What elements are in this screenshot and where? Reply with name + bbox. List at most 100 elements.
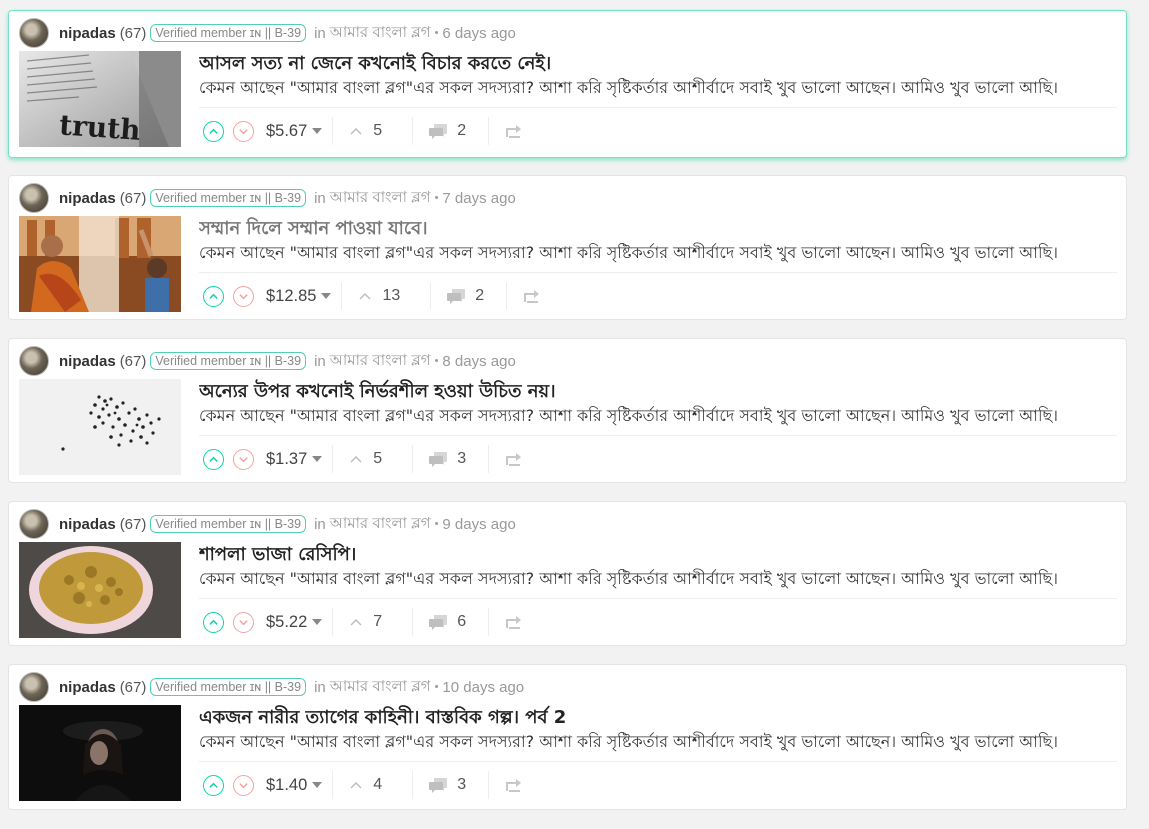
payout-dropdown-icon[interactable] <box>312 619 323 625</box>
post-time[interactable]: 6 days ago <box>442 25 515 42</box>
downvote-button[interactable] <box>233 285 254 307</box>
post-excerpt[interactable]: কেমন আছেন "আমার বাংলা ব্লগ"এর সকল সদস্যর… <box>199 566 1114 593</box>
payout-dropdown-icon[interactable] <box>312 456 323 462</box>
voters-count[interactable]: 7 <box>349 613 382 631</box>
separator <box>412 608 414 636</box>
reblog-button[interactable] <box>523 289 540 303</box>
post-time[interactable]: 7 days ago <box>442 190 515 207</box>
comments-count[interactable]: 3 <box>429 776 466 794</box>
author-avatar[interactable] <box>19 183 49 213</box>
downvote-button[interactable] <box>233 611 254 633</box>
svg-text:truth: truth <box>58 108 141 147</box>
post-excerpt[interactable]: কেমন আছেন "আমার বাংলা ব্লগ"এর সকল সদস্যর… <box>199 75 1114 102</box>
chevron-down-icon <box>239 293 248 299</box>
divider <box>199 598 1117 599</box>
chevron-down-icon <box>239 456 248 462</box>
post-time[interactable]: 10 days ago <box>442 679 524 696</box>
downvote-button[interactable] <box>233 448 254 470</box>
reblog-button[interactable] <box>505 615 522 629</box>
payout-value[interactable]: $5.22 <box>266 613 307 632</box>
post-card[interactable]: nipadas (67) Verified member ɪɴ || B-39 … <box>8 501 1127 646</box>
comments-count[interactable]: 2 <box>447 287 484 305</box>
comments-count[interactable]: 2 <box>429 122 466 140</box>
upvote-button[interactable] <box>203 611 224 633</box>
divider <box>199 107 1117 108</box>
author-name[interactable]: nipadas <box>59 516 116 533</box>
reblog-button[interactable] <box>505 124 522 138</box>
separator-dot: • <box>434 355 439 367</box>
chevron-up-icon <box>209 128 218 134</box>
divider <box>199 272 1117 273</box>
post-excerpt[interactable]: কেমন আছেন "আমার বাংলা ব্লগ"এর সকল সদস্যর… <box>199 729 1114 756</box>
post-card[interactable]: nipadas (67) Verified member ɪɴ || B-39 … <box>8 338 1127 483</box>
comments-icon <box>429 451 448 467</box>
upvote-button[interactable] <box>203 285 224 307</box>
separator <box>488 771 490 799</box>
post-excerpt[interactable]: কেমন আছেন "আমার বাংলা ব্লগ"এর সকল সদস্যর… <box>199 403 1114 430</box>
author-avatar[interactable] <box>19 18 49 48</box>
author-avatar[interactable] <box>19 346 49 376</box>
ants-cluster-image <box>19 379 181 475</box>
post-card[interactable]: nipadas (67) Verified member ɪɴ || B-39 … <box>8 664 1127 810</box>
comments-value: 3 <box>457 450 467 467</box>
payout-value[interactable]: $1.37 <box>266 450 307 469</box>
voters-count[interactable]: 5 <box>349 450 382 468</box>
author-name[interactable]: nipadas <box>59 25 116 42</box>
chevron-up-icon <box>209 782 218 788</box>
reblog-button[interactable] <box>505 778 522 792</box>
community-link[interactable]: আমার বাংলা ব্লগ <box>330 512 431 537</box>
post-thumbnail[interactable]: truth <box>19 51 181 147</box>
chevron-up-icon <box>209 293 218 299</box>
voters-count[interactable]: 5 <box>349 122 382 140</box>
post-thumbnail[interactable] <box>19 216 181 312</box>
downvote-button[interactable] <box>233 774 254 796</box>
payout-value[interactable]: $1.40 <box>266 776 307 795</box>
community-link[interactable]: আমার বাংলা ব্লগ <box>330 21 431 46</box>
voters-count[interactable]: 4 <box>349 776 382 794</box>
caret-up-icon <box>350 782 362 789</box>
caret-up-icon <box>359 293 371 300</box>
voters-count[interactable]: 13 <box>358 287 400 305</box>
upvote-button[interactable] <box>203 448 224 470</box>
caret-up-icon <box>350 128 362 135</box>
post-thumbnail[interactable] <box>19 542 181 638</box>
post-card[interactable]: nipadas (67) Verified member ɪɴ || B-39 … <box>8 175 1127 320</box>
post-footer: $12.85 13 2 <box>203 282 540 310</box>
community-link[interactable]: আমার বাংলা ব্লগ <box>330 349 431 374</box>
post-excerpt[interactable]: কেমন আছেন "আমার বাংলা ব্লগ"এর সকল সদস্যর… <box>199 240 1114 267</box>
payout-dropdown-icon[interactable] <box>312 782 323 788</box>
post-thumbnail[interactable] <box>19 705 181 801</box>
woman-in-dark-image <box>19 705 181 801</box>
caret-up-icon <box>350 456 362 463</box>
comments-count[interactable]: 6 <box>429 613 466 631</box>
payout-dropdown-icon[interactable] <box>321 293 332 299</box>
payout-value[interactable]: $12.85 <box>266 287 316 306</box>
post-time[interactable]: 9 days ago <box>442 516 515 533</box>
separator <box>488 117 490 145</box>
author-avatar[interactable] <box>19 672 49 702</box>
votes-value: 7 <box>373 613 383 630</box>
reblog-icon <box>506 616 522 629</box>
post-footer: $1.37 5 3 <box>203 445 522 473</box>
upvote-button[interactable] <box>203 120 224 142</box>
author-reputation: (67) <box>119 352 147 370</box>
upvote-button[interactable] <box>203 774 224 796</box>
payout-dropdown-icon[interactable] <box>312 128 323 134</box>
post-thumbnail[interactable] <box>19 379 181 475</box>
post-time[interactable]: 8 days ago <box>442 353 515 370</box>
chevron-down-icon <box>239 782 248 788</box>
author-name[interactable]: nipadas <box>59 190 116 207</box>
caret-up-icon <box>350 619 362 626</box>
author-avatar[interactable] <box>19 509 49 539</box>
payout-value[interactable]: $5.67 <box>266 122 307 141</box>
community-link[interactable]: আমার বাংলা ব্লগ <box>330 186 431 211</box>
reblog-button[interactable] <box>505 452 522 466</box>
downvote-button[interactable] <box>233 120 254 142</box>
author-name[interactable]: nipadas <box>59 679 116 696</box>
author-name[interactable]: nipadas <box>59 353 116 370</box>
author-reputation: (67) <box>119 24 147 42</box>
comments-icon <box>429 777 448 793</box>
post-card[interactable]: nipadas (67) Verified member ɪɴ || B-39 … <box>8 10 1127 158</box>
community-link[interactable]: আমার বাংলা ব্লগ <box>330 675 431 700</box>
comments-count[interactable]: 3 <box>429 450 466 468</box>
